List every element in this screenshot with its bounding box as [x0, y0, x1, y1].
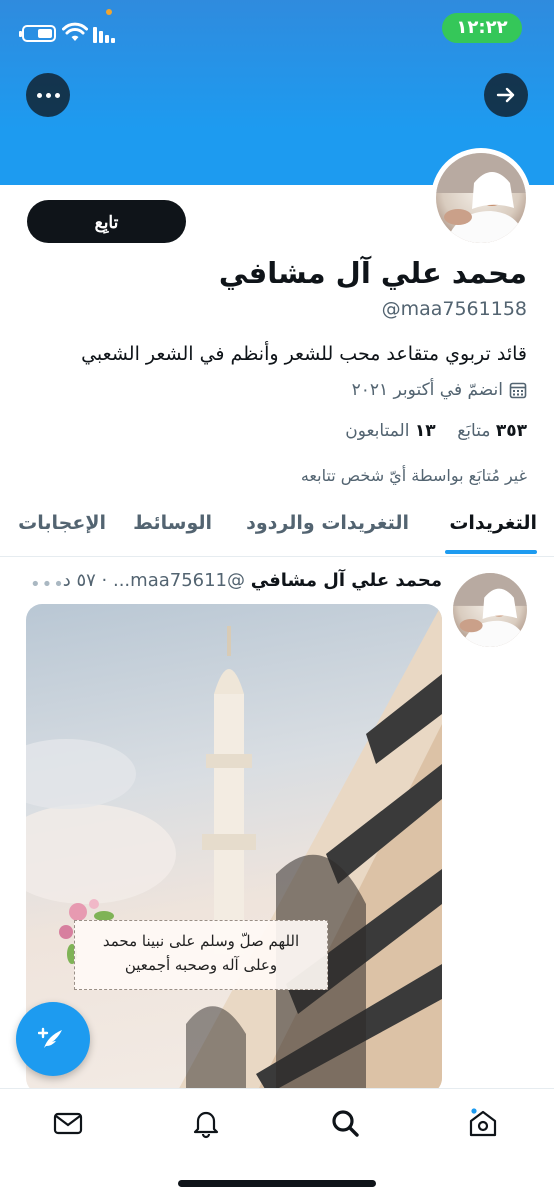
joined-date: انضمّ في أكتوبر ٢٠٢١ [352, 380, 527, 400]
followers-count: ١٣ [414, 421, 436, 441]
follow-counts: ٣٥٣ متابَع ١٣ المتابعون [345, 421, 527, 441]
tweet-media-image[interactable]: اللهم صلّ وسلم على نبينا محمد وعلى آله و… [26, 604, 442, 1094]
followers-link[interactable]: ١٣ المتابعون [345, 421, 435, 441]
tweet-header: محمد علي آل مشافي @maa75611... · ٥٧ د [63, 570, 442, 591]
home-indicator [178, 1180, 376, 1187]
following-count: ٣٥٣ [495, 421, 527, 441]
compose-tweet-button[interactable] [16, 1002, 90, 1076]
profile-name: محمد علي آل مشافي [218, 256, 527, 290]
follow-button[interactable]: تابِع [27, 200, 186, 243]
active-tab-indicator [445, 550, 537, 554]
back-button[interactable] [484, 73, 528, 117]
tweet-separator: · [101, 570, 108, 591]
notifications-icon[interactable] [190, 1107, 222, 1139]
tweet-more-icon[interactable]: ••• [30, 574, 65, 595]
profile-handle: @maa7561158 [381, 298, 527, 320]
home-icon[interactable] [467, 1107, 499, 1139]
not-followed-note: غير مُتابَع بواسطة أيّ شخص تتابعه [300, 466, 527, 485]
tweet-time: ٥٧ د [62, 570, 96, 591]
status-time: ١٢:٢٢ [442, 13, 522, 43]
tab-likes[interactable]: الإعجابات [18, 512, 106, 534]
messages-icon[interactable] [52, 1107, 84, 1139]
following-link[interactable]: ٣٥٣ متابَع [457, 421, 527, 441]
tweet-avatar[interactable] [453, 573, 527, 647]
arrow-right-icon [496, 87, 515, 103]
tab-media[interactable]: الوسائط [133, 512, 212, 534]
following-label: متابَع [457, 421, 491, 441]
compose-tweet-icon [38, 1027, 62, 1048]
avatar-photo [436, 153, 526, 243]
profile-bio: قائد تربوي متقاعد محب للشعر وأنظم في الش… [81, 343, 527, 365]
cellular-signal-icon [93, 25, 119, 43]
image-caption-line1: اللهم صلّ وسلم على نبينا محمد [102, 932, 300, 950]
battery-icon [19, 25, 56, 42]
avatar-photo [453, 573, 527, 647]
joined-text: انضمّ في أكتوبر ٢٠٢١ [351, 380, 503, 400]
privacy-indicator-dot [106, 9, 112, 15]
more-horizontal-icon [36, 92, 60, 98]
more-options-button[interactable] [26, 73, 70, 117]
wifi-icon [62, 22, 88, 41]
profile-avatar[interactable] [431, 148, 531, 248]
profile-tabs: التغريدات التغريدات والردود الوسائط الإع… [0, 500, 554, 557]
tab-tweets-replies[interactable]: التغريدات والردود [246, 512, 409, 534]
search-icon[interactable] [329, 1107, 361, 1139]
image-caption-card: اللهم صلّ وسلم على نبينا محمد وعلى آله و… [74, 920, 328, 990]
image-caption-line2: وعلى آله وصحبه أجمعين [124, 956, 278, 974]
calendar-icon [509, 382, 527, 399]
mosque-illustration [26, 604, 442, 1094]
followers-label: المتابعون [345, 421, 410, 441]
tab-tweets[interactable]: التغريدات [449, 512, 537, 534]
tweet-author-name[interactable]: محمد علي آل مشافي [251, 570, 442, 591]
tweet-author-handle: @maa75611... [112, 570, 246, 591]
